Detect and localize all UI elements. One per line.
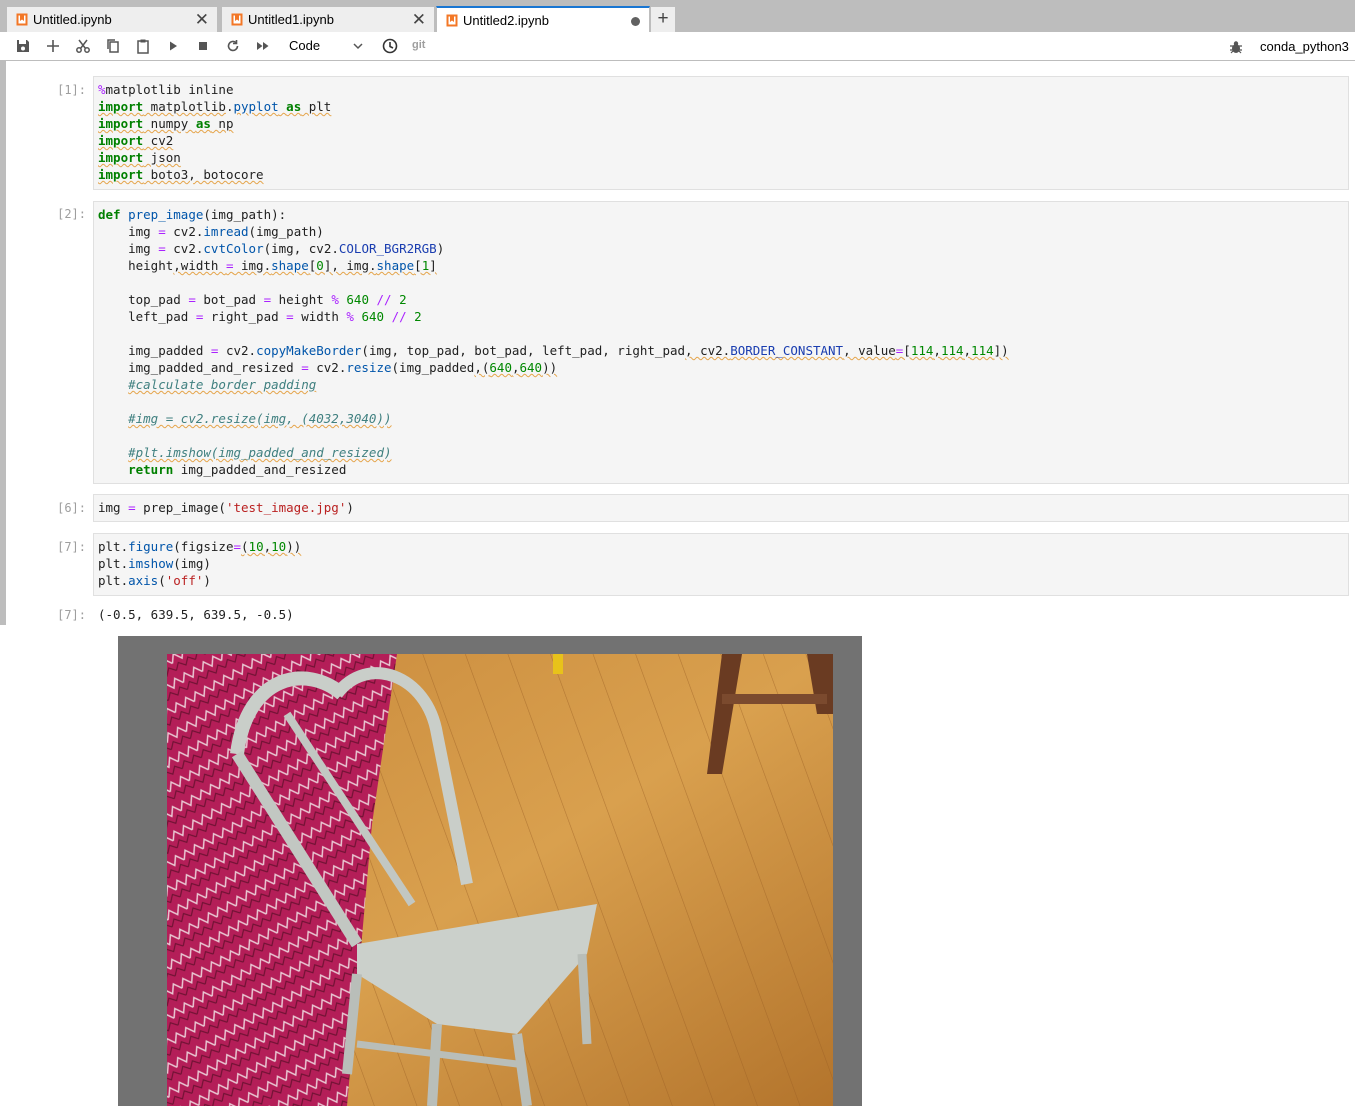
stop-icon[interactable] (194, 37, 212, 55)
history-icon[interactable] (381, 37, 399, 55)
close-icon[interactable]: ✕ (195, 11, 209, 28)
close-icon[interactable]: ✕ (412, 11, 426, 28)
tab-untitled1[interactable]: Untitled1.ipynb ✕ (221, 6, 435, 32)
new-tab-button[interactable]: + (650, 6, 676, 32)
run-icon[interactable] (164, 37, 182, 55)
kernel-name[interactable]: conda_python3 (1260, 39, 1349, 54)
code-cell[interactable]: %matplotlib inline import matplotlib.pyp… (93, 76, 1349, 190)
cell-prompt: [2]: (57, 207, 86, 221)
tab-label: Untitled.ipynb (33, 12, 112, 27)
tab-untitled2[interactable]: Untitled2.ipynb (436, 6, 650, 32)
notebook-icon (231, 13, 243, 26)
code-editor[interactable]: %matplotlib inline import matplotlib.pyp… (98, 81, 331, 183)
bug-icon[interactable] (1228, 39, 1244, 55)
code-editor[interactable]: img = prep_image('test_image.jpg') (98, 499, 354, 516)
output-text: (-0.5, 639.5, 639.5, -0.5) (98, 607, 294, 622)
notebook-panel: [1]: %matplotlib inline import matplotli… (0, 61, 1355, 1106)
code-editor[interactable]: def prep_image(img_path): img = cv2.imre… (98, 206, 1009, 478)
code-editor[interactable]: plt.figure(figsize=(10,10)) plt.imshow(i… (98, 538, 301, 589)
tab-untitled[interactable]: Untitled.ipynb ✕ (6, 6, 218, 32)
tab-label: Untitled1.ipynb (248, 12, 334, 27)
restart-icon[interactable] (224, 37, 242, 55)
cell-prompt: [6]: (57, 501, 86, 515)
cell-type-select[interactable]: Code (284, 37, 366, 55)
tab-bar: Untitled.ipynb ✕ Untitled1.ipynb ✕ Untit… (0, 0, 1355, 32)
add-cell-icon[interactable] (44, 37, 62, 55)
unsaved-indicator-icon[interactable] (631, 17, 640, 26)
code-cell[interactable]: def prep_image(img_path): img = cv2.imre… (93, 201, 1349, 484)
cell-type-label: Code (289, 38, 321, 53)
fast-forward-icon[interactable] (254, 37, 272, 55)
active-cell-bar (0, 61, 6, 625)
save-icon[interactable] (14, 37, 32, 55)
notebook-icon (16, 13, 28, 26)
cut-icon[interactable] (74, 37, 92, 55)
notebook-icon (446, 14, 458, 27)
chevron-down-icon (353, 43, 363, 50)
output-prompt: [7]: (57, 608, 86, 622)
cell-prompt: [1]: (57, 83, 86, 97)
code-cell[interactable]: img = prep_image('test_image.jpg') (93, 494, 1349, 522)
copy-icon[interactable] (104, 37, 122, 55)
cell-prompt: [7]: (57, 540, 86, 554)
code-cell[interactable]: plt.figure(figsize=(10,10)) plt.imshow(i… (93, 533, 1349, 596)
notebook-toolbar: Code git conda_python3 (0, 32, 1355, 61)
paste-icon[interactable] (134, 37, 152, 55)
chair-photo (167, 654, 833, 1106)
git-button[interactable]: git (412, 39, 425, 51)
tab-label: Untitled2.ipynb (463, 13, 549, 28)
